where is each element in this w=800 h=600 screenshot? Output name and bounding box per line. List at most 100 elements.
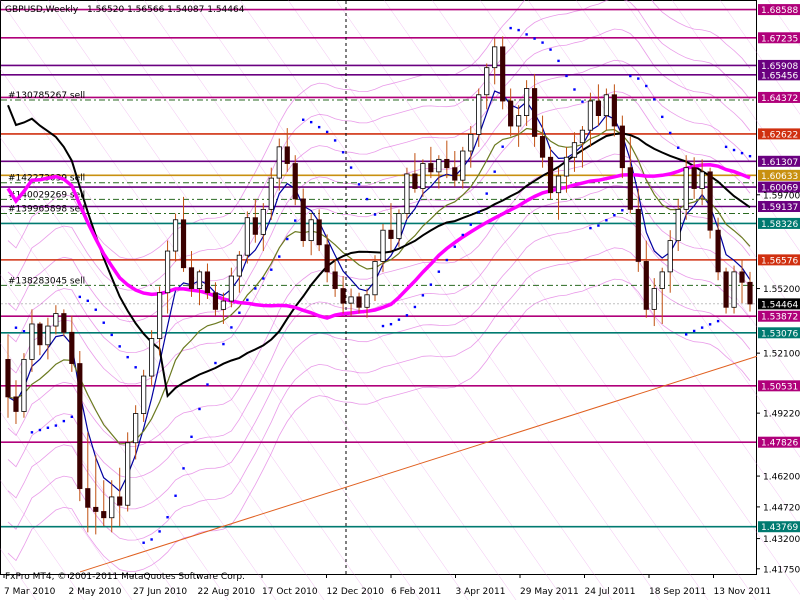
candle-bear [93,506,99,512]
psar-dot [278,255,281,258]
candle-bear [204,271,211,294]
psar-dot [501,145,504,148]
order-label: #130785267 sell [8,91,85,101]
candle-bull [372,261,378,296]
psar-dot [70,415,74,418]
candle-bear [715,229,721,273]
candle-bull [571,142,578,158]
psar-dot [469,223,472,226]
psar-dot [381,324,385,328]
candle-bear [252,217,258,235]
psar-dot [700,326,704,329]
psar-dot [118,345,121,348]
price-tag-label: 1.50531 [761,382,798,392]
psar-dot [716,319,720,323]
psar-dot [317,125,321,129]
psar-dot [142,541,145,544]
psar-dot [413,305,417,309]
psar-dot [485,192,488,195]
candle-bear [707,171,713,231]
candle-bear [611,94,617,127]
candle-bear [531,88,538,137]
psar-dot [214,361,217,365]
price-tag-label: 1.61307 [761,158,798,168]
psar-dot [166,516,169,519]
candle-bear [643,261,649,310]
psar-dot [246,298,249,302]
candle-bear [723,271,729,308]
psar-dot [645,84,648,88]
candle-bear [619,125,625,169]
candle-bull [220,300,227,310]
psar-dot [198,407,201,411]
candle-bear [691,167,697,189]
psar-dot [740,151,744,155]
psar-dot [732,148,736,152]
time-tick-label: 17 Oct 2010 [262,587,318,597]
candle-bear [388,229,394,239]
psar-dot [661,115,664,119]
price-chart: #130785267 sell#142273039 sell#140029269… [0,0,800,600]
candle-bear [500,46,506,102]
psar-dot [653,98,656,101]
psar-dot [437,270,441,273]
candle-bear [444,158,450,169]
copyright-text: FxPro MT4, © 2001-2011 MetaQuotes Softwa… [5,572,245,582]
candle-bull [53,313,59,327]
candle-bull [236,254,242,277]
candle-bear [739,271,745,283]
candle-bear [452,167,458,181]
candle-bull [516,115,522,127]
psar-dot [493,170,496,173]
time-tick-label: 13 Nov 2011 [714,587,772,597]
candle-bull [228,275,234,302]
candle-bear [324,244,330,273]
psar-dot [724,145,728,149]
price-tick-label: 1.44720 [763,503,800,513]
candle-bull [603,94,609,116]
candle-bear [627,167,633,210]
price-tag-label: 1.67235 [761,34,798,44]
psar-dot [206,383,209,386]
psar-dot [270,268,273,271]
candle-bear [117,496,123,506]
psar-dot [429,283,433,286]
psar-dot [294,219,297,222]
psar-dot [389,322,393,326]
time-tick-label: 3 Apr 2011 [456,587,506,597]
candle-bull [675,208,681,242]
price-tag-label: 1.62622 [761,130,798,140]
psar-dot [549,48,552,51]
candle-bull [109,496,115,519]
candle-bull [460,150,466,181]
candle-bull [348,296,354,304]
candle-bull [172,219,179,252]
psar-dot [565,74,568,78]
candle-bull [260,208,266,235]
psar-dot [373,213,377,216]
time-tick-label: 24 Jul 2011 [585,587,636,597]
candle-bull [563,156,570,177]
candle-bear [508,100,514,127]
candle-bull [699,171,705,189]
psar-dot [349,166,353,169]
psar-dot [333,139,337,142]
psar-dot [533,37,536,40]
psar-dot [613,213,616,217]
psar-dot [748,154,752,158]
psar-dot [230,326,233,329]
psar-dot [150,538,153,541]
time-tick-label: 22 Aug 2010 [198,587,256,597]
candle-bull [364,294,370,308]
candle-bear [547,156,554,194]
psar-dot [14,326,18,329]
price-tag-label: 1.59137 [761,203,798,213]
psar-dot [158,530,161,533]
price-tag-label: 1.53872 [761,313,798,323]
psar-dot [38,428,42,432]
psar-dot [62,419,66,423]
psar-dot [581,100,584,103]
psar-dot [597,224,600,227]
candle-bull [244,217,250,256]
candle-bear [332,271,338,289]
